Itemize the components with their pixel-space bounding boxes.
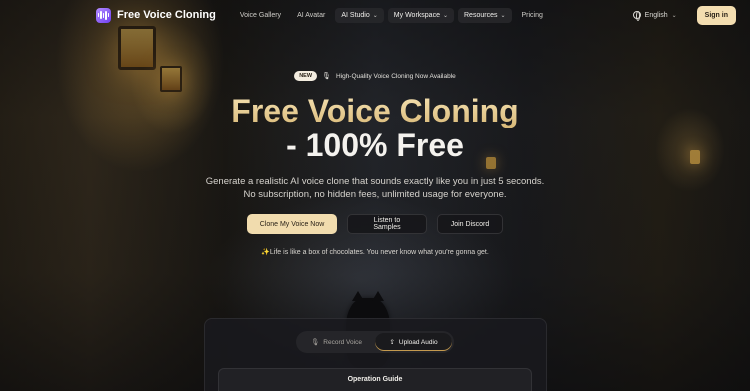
brand-name: Free Voice Cloning: [117, 9, 216, 21]
nav-ai-studio[interactable]: AI Studio ⌄: [335, 7, 384, 23]
announcement[interactable]: NEW 🎙 High-Quality Voice Cloning Now Ava…: [294, 71, 456, 81]
announcement-bar: NEW 🎙 High-Quality Voice Cloning Now Ava…: [0, 71, 750, 81]
nav-label: Pricing: [521, 11, 543, 19]
chevron-down-icon: ⌄: [442, 12, 448, 19]
cta-group: Clone My Voice Now Listen to Samples Joi…: [0, 214, 750, 234]
join-discord-button[interactable]: Join Discord: [437, 214, 503, 234]
tab-record-voice[interactable]: 🎙 Record Voice: [298, 333, 375, 351]
quote-text: ✨Life is like a box of chocolates. You n…: [261, 249, 489, 256]
sign-in-button[interactable]: Sign in: [696, 5, 736, 25]
nav-label: AI Avatar: [297, 11, 326, 19]
chevron-down-icon: ⌄: [500, 12, 506, 19]
nav-label: Resources: [464, 11, 498, 19]
hero-title: Free Voice Cloning - 100% Free: [0, 94, 750, 162]
mic-icon: 🎙: [311, 339, 320, 346]
nav-pricing[interactable]: Pricing: [516, 8, 549, 23]
hero-subtitle: Generate a realistic AI voice clone that…: [0, 175, 750, 201]
language-selector[interactable]: English ⌄: [632, 11, 677, 21]
mic-icon: 🎙: [322, 73, 331, 80]
nav-voice-gallery[interactable]: Voice Gallery: [234, 8, 287, 23]
nav-resources[interactable]: Resources ⌄: [458, 7, 512, 23]
tab-upload-audio[interactable]: ⇪ Upload Audio: [375, 333, 452, 351]
nav-label: Voice Gallery: [239, 11, 282, 19]
brand-logo[interactable]: Free Voice Cloning: [96, 7, 216, 23]
nav-ai-avatar[interactable]: AI Avatar: [291, 8, 331, 23]
clone-voice-button[interactable]: Clone My Voice Now: [247, 214, 337, 234]
nav-label: My Workspace: [393, 11, 440, 19]
input-mode-tabs: 🎙 Record Voice ⇪ Upload Audio: [296, 331, 454, 353]
waveform-icon: [96, 7, 111, 23]
hero-title-line2: - 100% Free: [286, 127, 464, 163]
announcement-text: High-Quality Voice Cloning Now Available: [335, 72, 456, 80]
listen-samples-button[interactable]: Listen to Samples: [347, 214, 427, 234]
hero-subtitle-line1: Generate a realistic AI voice clone that…: [205, 176, 545, 187]
tab-label: Upload Audio: [398, 338, 438, 346]
hero-subtitle-line2: No subscription, no hidden fees, unlimit…: [243, 189, 507, 200]
nav-menu: Voice Gallery AI Avatar AI Studio ⌄ My Wo…: [234, 7, 549, 23]
chevron-down-icon: ⌄: [372, 12, 378, 19]
upload-icon: ⇪: [389, 339, 395, 346]
nav-label: AI Studio: [341, 11, 370, 19]
globe-icon: [632, 11, 641, 21]
nav-my-workspace[interactable]: My Workspace ⌄: [387, 7, 454, 23]
new-badge: NEW: [294, 71, 318, 81]
language-label: English: [644, 11, 668, 19]
hero-title-line1: Free Voice Cloning: [0, 94, 750, 128]
tab-label: Record Voice: [323, 338, 362, 346]
operation-guide-title: Operation Guide: [347, 376, 403, 383]
chevron-down-icon: ⌄: [671, 12, 677, 19]
top-navbar: Free Voice Cloning Voice Gallery AI Avat…: [0, 0, 750, 30]
